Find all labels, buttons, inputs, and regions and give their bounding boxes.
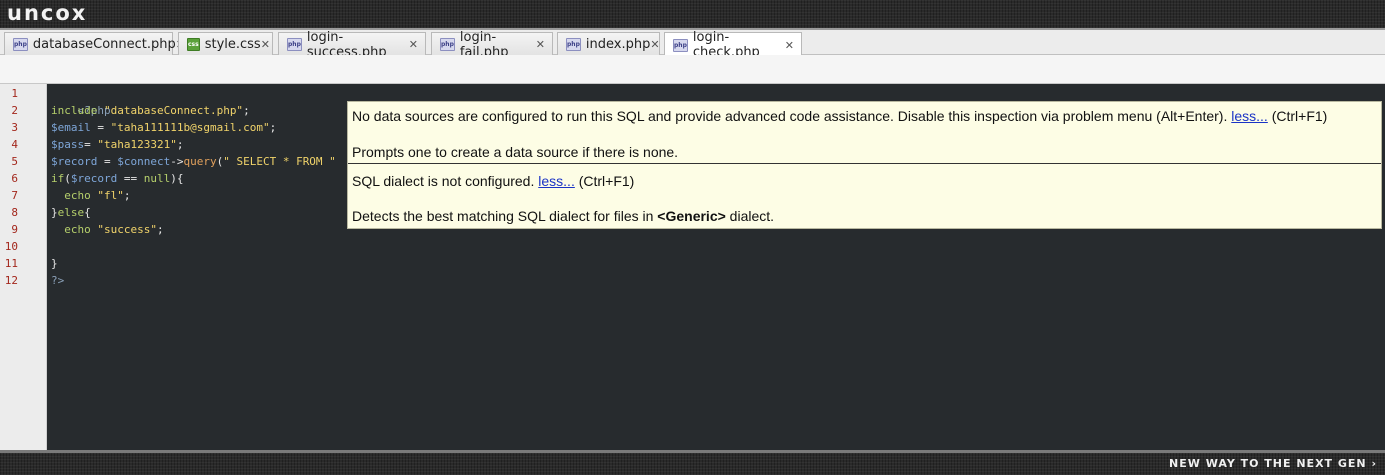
tab-label: databaseConnect.php (32, 37, 176, 52)
code-line: if($record == null){ (51, 172, 184, 185)
top-bar: uncox (0, 0, 1385, 28)
php-file-icon: php (673, 38, 688, 52)
footer-slogan: NEW WAY TO THE NEXT GEN › (1169, 457, 1377, 470)
close-icon[interactable]: ✕ (650, 38, 659, 51)
close-icon[interactable]: ✕ (536, 38, 545, 51)
line-number: 1 (11, 87, 18, 100)
php-file-icon: php (566, 38, 581, 51)
line-number: 5 (11, 155, 18, 168)
code-line: echo "fl"; (51, 189, 131, 202)
tab-label: style.css (204, 37, 261, 52)
less-link[interactable]: less... (538, 173, 575, 189)
line-number: 7 (11, 189, 18, 202)
tab-login-success[interactable]: php login-success.php ✕ (278, 30, 426, 60)
line-number: 9 (11, 223, 18, 236)
tab-label: index.php (585, 37, 651, 52)
code-line: $record = $connect->query(" SELECT * FRO… (51, 155, 336, 168)
code-line: echo "success"; (51, 223, 164, 236)
close-icon[interactable]: ✕ (785, 39, 794, 52)
tab-index[interactable]: php index.php ✕ (557, 32, 660, 56)
line-number: 3 (11, 121, 18, 134)
line-number: 4 (11, 138, 18, 151)
tooltip-line: Prompts one to create a data source if t… (352, 144, 679, 160)
code-line: $email = "taha111111b@sgmail.com"; (51, 121, 277, 134)
code-line: $pass= "taha123321"; (51, 138, 184, 151)
tab-style[interactable]: css style.css ✕ (178, 32, 273, 56)
toolbar (0, 55, 1385, 84)
line-number: 8 (11, 206, 18, 219)
line-gutter: 1 2 3 4 5 6 7 8 9 10 11 12 (0, 84, 47, 450)
tab-bar: php databaseConnect.php ✕ css style.css … (0, 28, 1385, 60)
tooltip-line: SQL dialect is not configured. less... (… (352, 173, 635, 189)
tab-login-check[interactable]: php login-check.php ✕ (664, 30, 802, 60)
tab-login-fail[interactable]: php login-fail.php ✕ (431, 30, 553, 60)
app-logo: uncox (7, 1, 88, 25)
line-number: 2 (11, 104, 18, 117)
tooltip-divider (348, 163, 1381, 164)
less-link[interactable]: less... (1231, 108, 1268, 124)
line-number: 10 (4, 240, 18, 253)
css-file-icon: css (187, 38, 200, 51)
tooltip-line: No data sources are configured to run th… (352, 108, 1328, 124)
tooltip-line: Detects the best matching SQL dialect fo… (352, 208, 775, 224)
bottom-bar: NEW WAY TO THE NEXT GEN › (0, 450, 1385, 475)
line-number: 6 (11, 172, 18, 185)
code-line: }else{ (51, 206, 91, 219)
php-file-icon: php (287, 38, 302, 51)
tab-databaseconnect[interactable]: php databaseConnect.php ✕ (4, 32, 185, 56)
inspection-tooltip: No data sources are configured to run th… (347, 101, 1382, 229)
code-line: ?> (51, 274, 65, 287)
close-icon[interactable]: ✕ (261, 38, 270, 51)
code-line: } (51, 257, 58, 270)
line-number: 12 (4, 274, 18, 287)
close-icon[interactable]: ✕ (409, 38, 418, 51)
php-file-icon: php (13, 38, 28, 51)
line-number: 11 (4, 257, 18, 270)
code-line: include "databaseConnect.php"; (51, 104, 250, 117)
php-file-icon: php (440, 38, 455, 51)
